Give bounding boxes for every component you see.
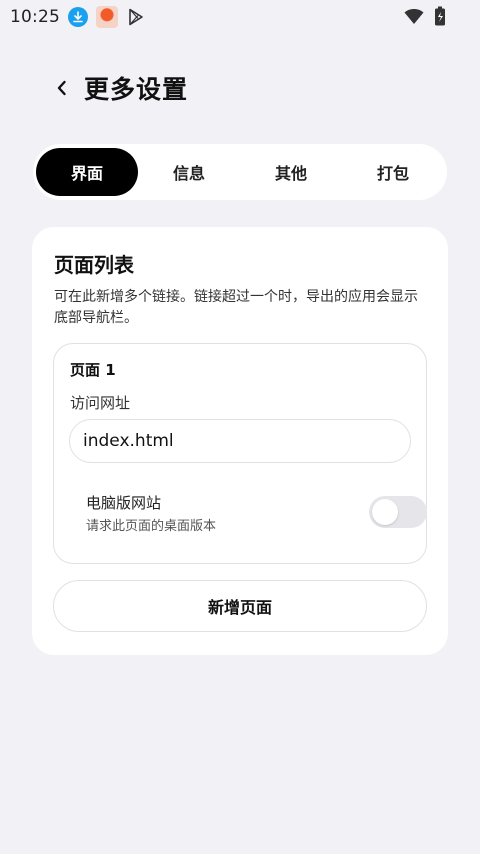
- app-notification-icon: [96, 6, 118, 28]
- desktop-site-row: 电脑版网站 请求此页面的桌面版本: [86, 492, 427, 536]
- page-item-name: 页面 1: [70, 361, 116, 379]
- chevron-left-icon: [57, 80, 66, 96]
- page-list-description: 可在此新增多个链接。链接超过一个时，导出的应用会显示底部导航栏。: [54, 289, 418, 326]
- back-button[interactable]: [48, 74, 76, 102]
- tab-other[interactable]: 其他: [240, 148, 342, 196]
- page-list-title: 页面列表: [54, 253, 134, 277]
- notification-icons: [68, 6, 146, 28]
- tab-info[interactable]: 信息: [138, 148, 240, 196]
- settings-tabs: 界面 信息 其他 打包: [33, 144, 447, 200]
- toggle-knob: [372, 499, 398, 525]
- download-icon: [68, 7, 88, 27]
- play-store-icon: [129, 8, 143, 26]
- status-bar: 10:25: [0, 0, 480, 34]
- battery-icon: [435, 6, 445, 26]
- wifi-icon: [404, 9, 424, 24]
- page-list-card: 页面列表 可在此新增多个链接。链接超过一个时，导出的应用会显示底部导航栏。 页面…: [32, 227, 448, 655]
- tab-interface[interactable]: 界面: [36, 148, 138, 196]
- url-input[interactable]: [69, 419, 411, 463]
- page-item: 页面 1 访问网址 电脑版网站 请求此页面的桌面版本: [53, 343, 427, 564]
- system-icons: [404, 6, 446, 26]
- url-label: 访问网址: [70, 394, 131, 412]
- tab-package[interactable]: 打包: [342, 148, 444, 196]
- add-page-button[interactable]: 新增页面: [53, 580, 427, 632]
- desktop-site-toggle[interactable]: [369, 496, 427, 528]
- status-time: 10:25: [10, 7, 60, 27]
- page-title: 更多设置: [84, 75, 189, 104]
- desktop-site-subtitle: 请求此页面的桌面版本: [86, 519, 217, 534]
- desktop-site-title: 电脑版网站: [86, 494, 162, 512]
- header: 更多设置: [48, 68, 188, 108]
